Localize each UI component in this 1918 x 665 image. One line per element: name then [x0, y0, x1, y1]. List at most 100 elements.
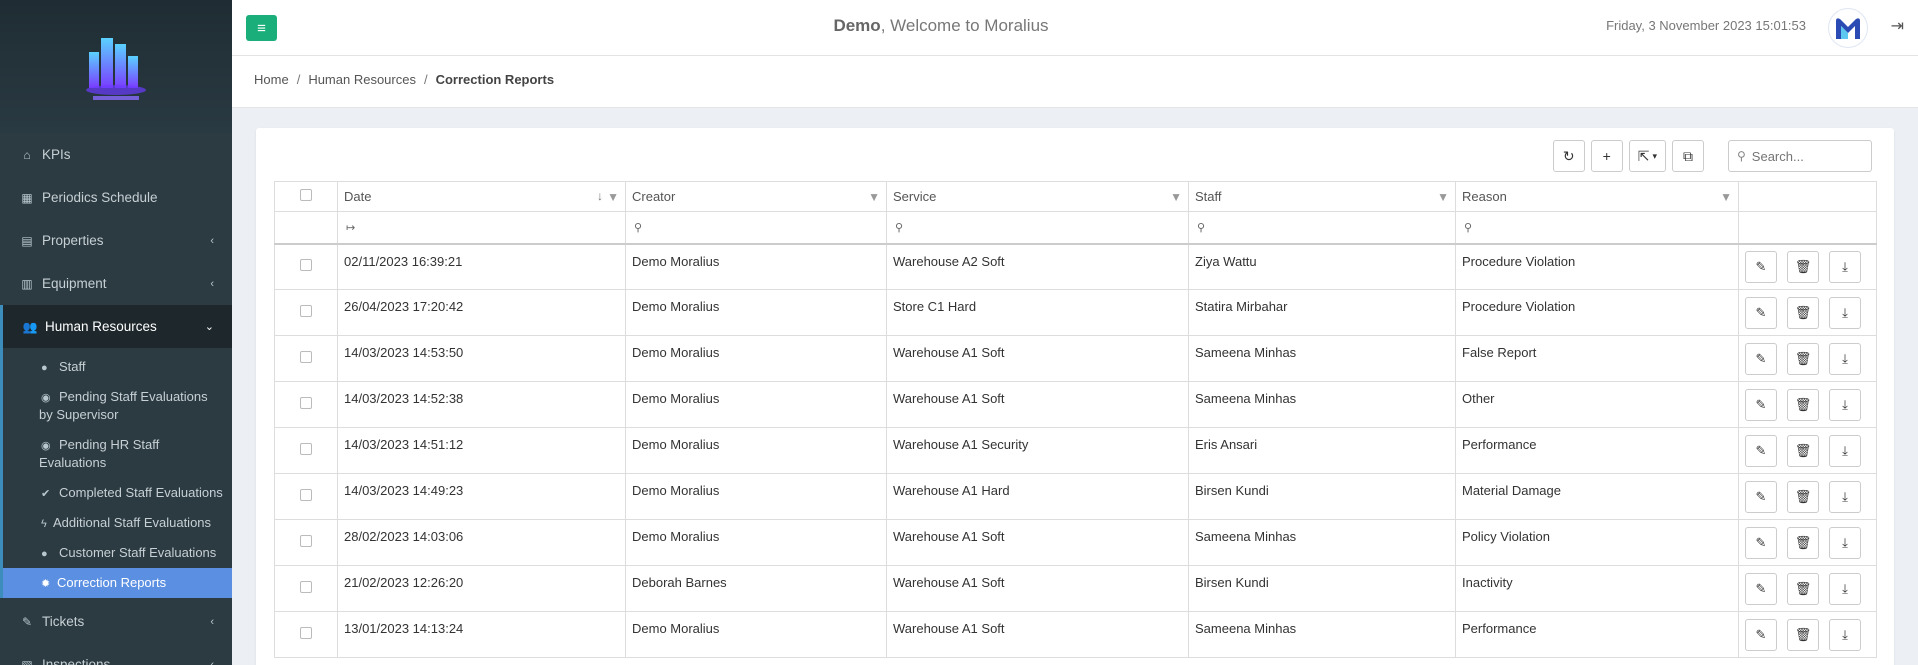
staff-link[interactable]: Sameena Minhas: [1188, 519, 1456, 566]
staff-filter[interactable]: ⚲: [1188, 211, 1456, 245]
sidebar-item-human-resources[interactable]: 👥 Human Resources ⌄: [0, 305, 232, 348]
column-header-reason[interactable]: Reason ▼: [1455, 181, 1739, 212]
delete-button[interactable]: 🗑: [1787, 250, 1819, 283]
creator-filter[interactable]: ⚲: [625, 211, 887, 245]
logout-icon[interactable]: ⇥: [1891, 16, 1904, 36]
breadcrumb-section-link[interactable]: Human Resources: [308, 72, 416, 87]
sidebar-subitem-additional-evaluations[interactable]: ϟ Additional Staff Evaluations: [3, 508, 232, 538]
download-button[interactable]: ⤓: [1829, 342, 1861, 375]
column-header-creator[interactable]: Creator ▼: [625, 181, 887, 212]
service-link[interactable]: Warehouse A2 Soft: [886, 243, 1189, 290]
sidebar-subitem-completed-evaluations[interactable]: ✔ Completed Staff Evaluations: [3, 478, 232, 508]
delete-button[interactable]: 🗑: [1787, 572, 1819, 605]
edit-button[interactable]: ✎: [1745, 250, 1777, 283]
service-link[interactable]: Store C1 Hard: [886, 289, 1189, 336]
creator-link[interactable]: Demo Moralius: [625, 335, 887, 382]
edit-button[interactable]: ✎: [1745, 296, 1777, 329]
edit-button[interactable]: ✎: [1745, 342, 1777, 375]
sidebar-item-tickets[interactable]: ✎ Tickets ‹: [0, 600, 232, 643]
staff-link[interactable]: Birsen Kundi: [1188, 565, 1456, 612]
staff-link[interactable]: Eris Ansari: [1188, 427, 1456, 474]
download-button[interactable]: ⤓: [1829, 618, 1861, 651]
edit-button[interactable]: ✎: [1745, 618, 1777, 651]
staff-link[interactable]: Ziya Wattu: [1188, 243, 1456, 290]
row-checkbox[interactable]: [300, 581, 312, 593]
row-checkbox[interactable]: [300, 443, 312, 455]
download-button[interactable]: ⤓: [1829, 388, 1861, 421]
download-button[interactable]: ⤓: [1829, 434, 1861, 467]
sidebar-item-kpis[interactable]: ⌂ KPIs: [0, 133, 232, 176]
delete-button[interactable]: 🗑: [1787, 526, 1819, 559]
add-button[interactable]: +: [1590, 140, 1623, 172]
row-checkbox[interactable]: [300, 397, 312, 409]
search-input[interactable]: [1751, 148, 1852, 164]
service-filter[interactable]: ⚲: [886, 211, 1189, 245]
delete-button[interactable]: 🗑: [1787, 480, 1819, 513]
delete-button[interactable]: 🗑: [1787, 342, 1819, 375]
reason-filter[interactable]: ⚲: [1455, 211, 1739, 245]
date-range-filter[interactable]: ↦: [337, 211, 626, 245]
staff-link[interactable]: Sameena Minhas: [1188, 381, 1456, 428]
row-checkbox[interactable]: [300, 259, 312, 272]
edit-button[interactable]: ✎: [1745, 526, 1777, 559]
filter-icon[interactable]: ▼: [868, 190, 880, 204]
filter-icon[interactable]: ▼: [607, 190, 619, 204]
delete-button[interactable]: 🗑: [1787, 388, 1819, 421]
select-all-checkbox[interactable]: [300, 189, 312, 201]
filter-icon[interactable]: ▼: [1437, 190, 1449, 204]
edit-button[interactable]: ✎: [1745, 480, 1777, 513]
filter-icon[interactable]: ▼: [1170, 190, 1182, 204]
column-header-staff[interactable]: Staff ▼: [1188, 181, 1456, 212]
sidebar-item-inspections[interactable]: ▧ Inspections ‹: [0, 643, 232, 665]
staff-link[interactable]: Sameena Minhas: [1188, 611, 1456, 658]
column-header-service[interactable]: Service ▼: [886, 181, 1189, 212]
service-link[interactable]: Warehouse A1 Soft: [886, 519, 1189, 566]
row-checkbox[interactable]: [300, 305, 312, 317]
breadcrumb-home-link[interactable]: Home: [254, 72, 289, 87]
row-checkbox[interactable]: [300, 351, 312, 363]
row-checkbox[interactable]: [300, 627, 312, 639]
sidebar-subitem-pending-hr-evaluations[interactable]: ◉ Pending HR Staff Evaluations: [3, 430, 232, 478]
delete-button[interactable]: 🗑: [1787, 434, 1819, 467]
staff-link[interactable]: Sameena Minhas: [1188, 335, 1456, 382]
creator-link[interactable]: Demo Moralius: [625, 611, 887, 658]
service-link[interactable]: Warehouse A1 Soft: [886, 381, 1189, 428]
edit-button[interactable]: ✎: [1745, 434, 1777, 467]
sidebar-item-periodics-schedule[interactable]: ▦ Periodics Schedule: [0, 176, 232, 219]
creator-link[interactable]: Demo Moralius: [625, 473, 887, 520]
sidebar-subitem-correction-reports[interactable]: ✹ Correction Reports: [3, 568, 232, 598]
service-link[interactable]: Warehouse A1 Security: [886, 427, 1189, 474]
creator-link[interactable]: Demo Moralius: [625, 381, 887, 428]
staff-link[interactable]: Statira Mirbahar: [1188, 289, 1456, 336]
delete-button[interactable]: 🗑: [1787, 618, 1819, 651]
export-dropdown-button[interactable]: ⇱ ▾: [1628, 140, 1666, 172]
service-link[interactable]: Warehouse A1 Soft: [886, 611, 1189, 658]
staff-link[interactable]: Birsen Kundi: [1188, 473, 1456, 520]
sidebar-subitem-pending-supervisor-evaluations[interactable]: ◉ Pending Staff Evaluations by Superviso…: [3, 382, 232, 430]
sidebar-subitem-staff[interactable]: ● Staff: [3, 348, 232, 382]
sidebar-subitem-customer-evaluations[interactable]: ● Customer Staff Evaluations: [3, 538, 232, 568]
service-link[interactable]: Warehouse A1 Hard: [886, 473, 1189, 520]
row-checkbox[interactable]: [300, 489, 312, 501]
edit-button[interactable]: ✎: [1745, 572, 1777, 605]
download-button[interactable]: ⤓: [1829, 572, 1861, 605]
edit-button[interactable]: ✎: [1745, 388, 1777, 421]
row-checkbox[interactable]: [300, 535, 312, 547]
avatar[interactable]: [1828, 8, 1868, 48]
download-button[interactable]: ⤓: [1829, 296, 1861, 329]
columns-toggle-button[interactable]: ⧉: [1672, 140, 1704, 172]
creator-link[interactable]: Demo Moralius: [625, 427, 887, 474]
sidebar-item-equipment[interactable]: ▥ Equipment ‹: [0, 262, 232, 305]
download-button[interactable]: ⤓: [1829, 480, 1861, 513]
column-header-date[interactable]: Date ↓ ▼: [337, 181, 626, 212]
creator-link[interactable]: Demo Moralius: [625, 289, 887, 336]
download-button[interactable]: ⤓: [1829, 526, 1861, 559]
creator-link[interactable]: Demo Moralius: [625, 519, 887, 566]
service-link[interactable]: Warehouse A1 Soft: [886, 335, 1189, 382]
delete-button[interactable]: 🗑: [1787, 296, 1819, 329]
refresh-button[interactable]: ↻: [1552, 140, 1585, 172]
service-link[interactable]: Warehouse A1 Soft: [886, 565, 1189, 612]
creator-link[interactable]: Deborah Barnes: [625, 565, 887, 612]
sort-desc-icon[interactable]: ↓: [597, 189, 603, 203]
creator-link[interactable]: Demo Moralius: [625, 243, 887, 290]
